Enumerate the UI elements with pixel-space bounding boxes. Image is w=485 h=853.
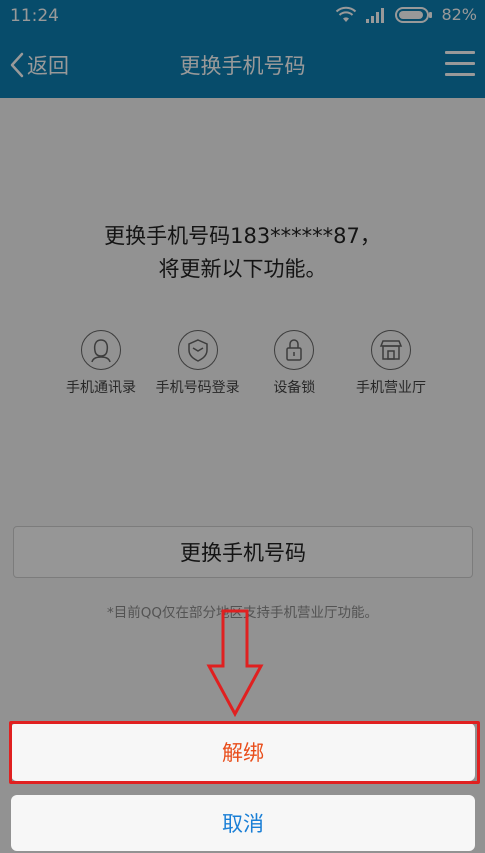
cancel-button[interactable]: 取消 [11, 795, 475, 851]
highlight-box [9, 721, 480, 784]
screen: 11:24 82% 返回 更换手机号码 更换手机号码183******87， 将… [0, 0, 485, 853]
down-arrow-icon [206, 609, 264, 718]
